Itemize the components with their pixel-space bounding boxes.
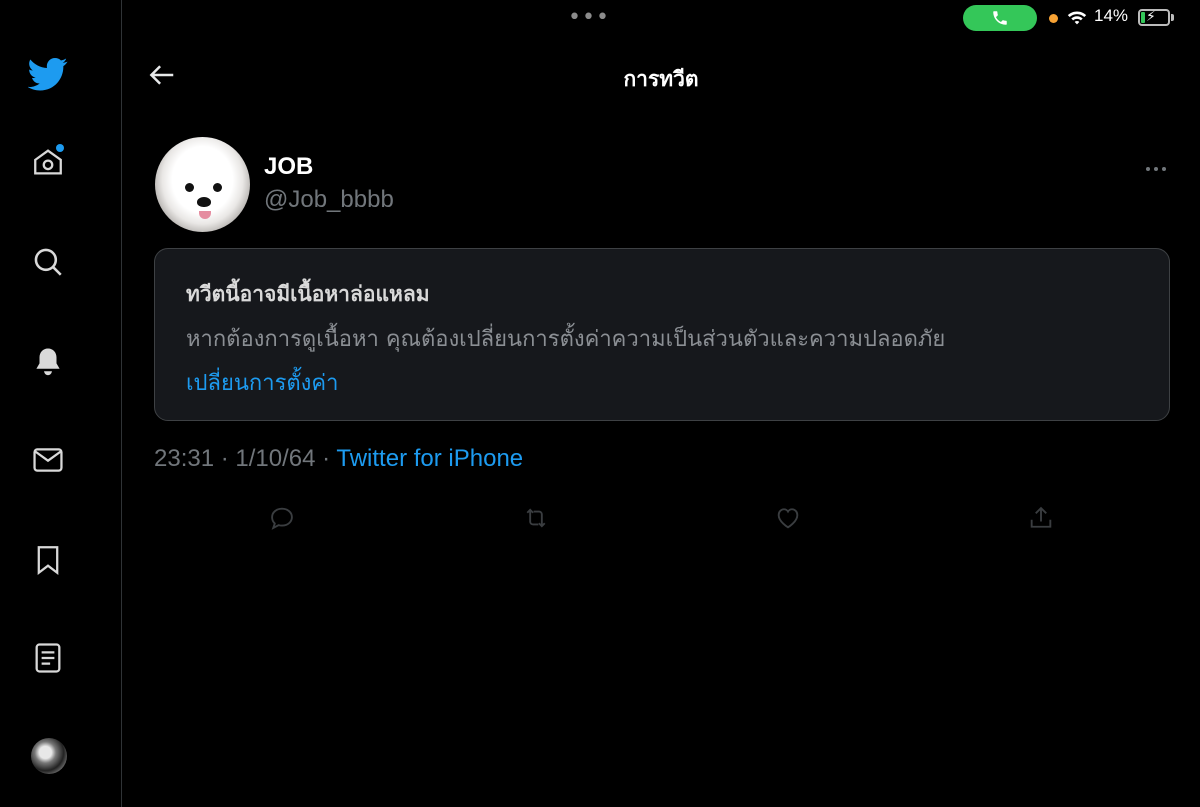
- profile-avatar[interactable]: [31, 738, 67, 774]
- privacy-indicator: [1049, 14, 1058, 23]
- author-handle[interactable]: @Job_bbbb: [264, 186, 394, 214]
- retweet-icon[interactable]: [518, 500, 554, 536]
- sidebar: [0, 0, 122, 807]
- more-options-icon[interactable]: [1141, 157, 1171, 181]
- share-icon[interactable]: [1023, 500, 1059, 536]
- tweet-source[interactable]: Twitter for iPhone: [336, 445, 523, 472]
- avatar-eye-left: [185, 183, 194, 192]
- author-display-name[interactable]: JOB: [264, 153, 313, 181]
- tweet-meta: 23:31 · 1/10/64 · Twitter for iPhone: [154, 445, 523, 473]
- tweet-header: การทวีต: [122, 45, 1200, 105]
- like-icon[interactable]: [770, 500, 806, 536]
- mail-icon[interactable]: [26, 438, 70, 482]
- meta-separator: ·: [322, 445, 331, 472]
- reply-icon[interactable]: [264, 500, 300, 536]
- multitasking-dots-icon[interactable]: •••: [568, 7, 610, 29]
- bookmark-icon[interactable]: [26, 538, 70, 582]
- list-icon[interactable]: [26, 636, 70, 680]
- avatar-tongue: [199, 211, 211, 219]
- call-indicator[interactable]: [963, 5, 1037, 31]
- change-settings-link[interactable]: เปลี่ยนการตั้งค่า: [186, 365, 339, 400]
- phone-icon: [993, 11, 1007, 25]
- wifi-icon: [1067, 11, 1087, 25]
- meta-separator: ·: [220, 445, 229, 472]
- search-icon[interactable]: [26, 240, 70, 284]
- avatar-eye-right: [213, 183, 222, 192]
- notification-dot: [56, 144, 64, 152]
- bell-icon[interactable]: [26, 340, 70, 384]
- status-bar: ••• 14% ⚡: [0, 0, 1200, 36]
- tweet-date: 1/10/64: [235, 445, 316, 472]
- author-avatar[interactable]: [155, 137, 250, 232]
- charging-bolt-icon: ⚡: [1146, 9, 1156, 25]
- sensitive-content-warning: ทวีตนี้อาจมีเนื้อหาล่อแหลม หากต้องการดูเ…: [154, 248, 1170, 421]
- battery-level: [1141, 12, 1145, 23]
- avatar-nose: [197, 197, 211, 207]
- home-icon[interactable]: [26, 140, 70, 184]
- warning-title: ทวีตนี้อาจมีเนื้อหาล่อแหลม: [186, 282, 430, 306]
- page-title: การทวีต: [623, 67, 699, 91]
- twitter-logo-icon[interactable]: [26, 52, 70, 96]
- tweet-time: 23:31: [154, 445, 215, 472]
- warning-text: หากต้องการดูเนื้อหา คุณต้องเปลี่ยนการตั้…: [186, 327, 946, 352]
- battery-cap: [1171, 14, 1174, 21]
- battery-percent: 14%: [1094, 6, 1129, 25]
